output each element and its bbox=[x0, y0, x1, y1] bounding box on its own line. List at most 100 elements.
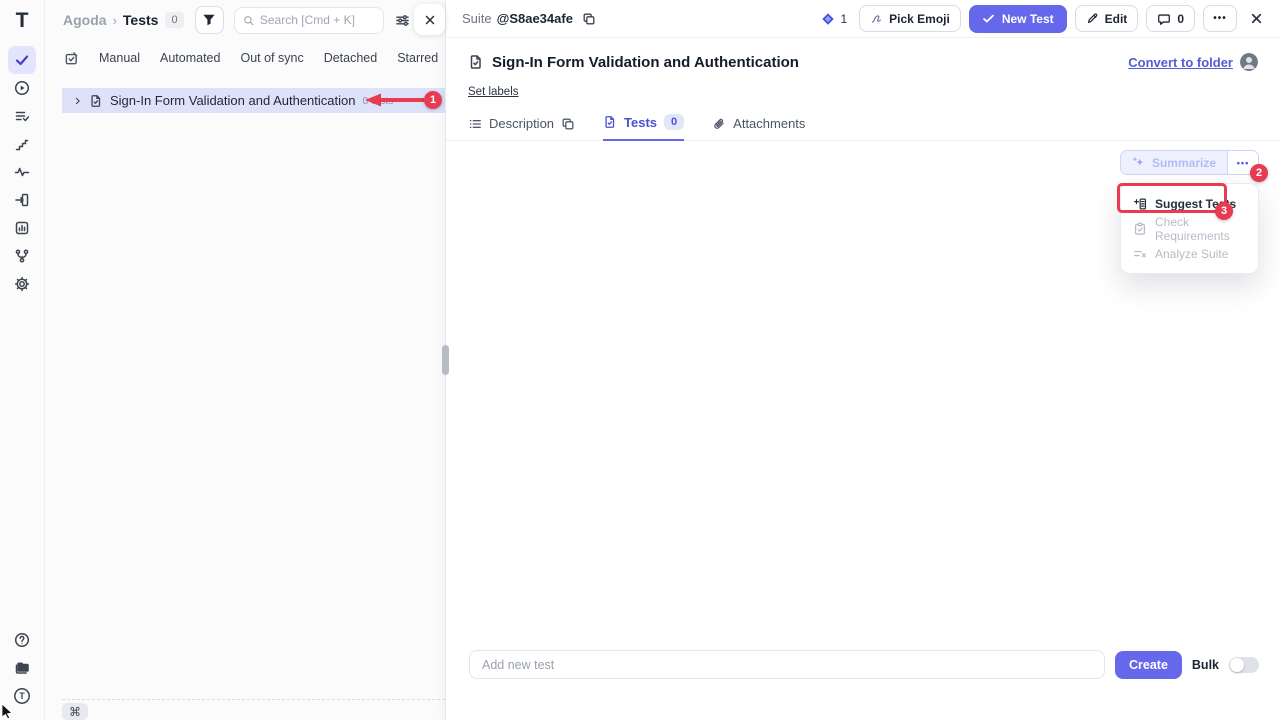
sidebar-item-tests[interactable] bbox=[8, 46, 36, 74]
gem-counter[interactable]: 1 bbox=[821, 12, 847, 26]
branch-icon bbox=[14, 248, 30, 264]
add-test-input[interactable] bbox=[469, 650, 1105, 679]
menu-item-label: Check Requirements bbox=[1155, 215, 1246, 243]
select-all-icon bbox=[64, 51, 79, 66]
breadcrumb-separator: › bbox=[113, 13, 117, 28]
breadcrumb-project[interactable]: Agoda bbox=[63, 12, 107, 28]
copy-suite-id-button[interactable] bbox=[582, 12, 596, 26]
tree-topbar: Agoda › Tests 0 bbox=[45, 0, 445, 40]
sidebar-item-settings[interactable] bbox=[8, 270, 36, 298]
pick-emoji-button[interactable]: Pick Emoji bbox=[859, 5, 961, 32]
help-icon bbox=[14, 632, 30, 648]
suite-detail-panel: Suite @S8ae34afe 1 Pick Emoji New Test bbox=[446, 0, 1280, 720]
annotation-step-3: 3 bbox=[1215, 202, 1233, 220]
pulse-icon bbox=[14, 164, 30, 180]
header-more-button[interactable]: ••• bbox=[1203, 5, 1237, 32]
set-labels-link[interactable]: Set labels bbox=[468, 86, 519, 98]
avatar[interactable] bbox=[1240, 53, 1258, 71]
detail-tabs: Description Tests 0 Attachments bbox=[446, 100, 1280, 141]
copy-description-button[interactable] bbox=[561, 117, 575, 131]
tab-description[interactable]: Description bbox=[468, 116, 575, 140]
toggle-knob bbox=[1230, 658, 1244, 672]
new-test-button[interactable]: New Test bbox=[969, 5, 1067, 33]
tree-footer: ⌘ bbox=[62, 699, 445, 720]
sidebar-item-analytics[interactable] bbox=[8, 214, 36, 242]
app-root: T bbox=[0, 0, 1280, 720]
import-icon bbox=[14, 192, 30, 208]
summarize-label: Summarize bbox=[1152, 156, 1216, 170]
sidebar-item-pulse[interactable] bbox=[8, 158, 36, 186]
gem-count: 1 bbox=[840, 12, 847, 26]
comments-button[interactable]: 0 bbox=[1146, 5, 1195, 32]
new-test-label: New Test bbox=[1002, 12, 1054, 26]
suite-title: Sign-In Form Validation and Authenticati… bbox=[492, 54, 799, 71]
chevron-right-icon[interactable] bbox=[72, 95, 84, 107]
close-icon bbox=[423, 13, 437, 27]
filter-tab-manual[interactable]: Manual bbox=[99, 51, 140, 65]
bulk-label: Bulk bbox=[1192, 658, 1219, 672]
stairs-icon bbox=[14, 136, 30, 152]
list-check-icon bbox=[14, 108, 30, 124]
bulk-toggle[interactable] bbox=[1229, 657, 1259, 673]
close-panel-button[interactable] bbox=[414, 4, 445, 35]
suite-type-label: Suite bbox=[462, 11, 492, 26]
search-box bbox=[234, 7, 384, 34]
svg-text:T: T bbox=[19, 691, 25, 701]
tab-attachments-label: Attachments bbox=[733, 116, 805, 131]
summarize-button-group: Summarize ••• bbox=[1120, 150, 1259, 175]
emoji-hand-icon bbox=[870, 12, 883, 25]
filter-tab-out-of-sync[interactable]: Out of sync bbox=[240, 51, 303, 65]
filter-tab-starred[interactable]: Starred bbox=[397, 51, 438, 65]
play-circle-icon bbox=[14, 80, 30, 96]
command-key-badge: ⌘ bbox=[62, 703, 88, 720]
sidebar-item-runs[interactable] bbox=[8, 74, 36, 102]
close-icon bbox=[1249, 11, 1264, 26]
tab-tests-label: Tests bbox=[624, 115, 657, 130]
filter-button[interactable] bbox=[195, 6, 224, 34]
analyze-icon bbox=[1133, 247, 1147, 261]
tab-tests[interactable]: Tests 0 bbox=[603, 114, 684, 141]
sidebar-item-plans[interactable] bbox=[8, 102, 36, 130]
edit-button[interactable]: Edit bbox=[1075, 5, 1139, 32]
create-button[interactable]: Create bbox=[1115, 651, 1182, 679]
filter-tab-automated[interactable]: Automated bbox=[160, 51, 220, 65]
funnel-icon bbox=[202, 13, 216, 27]
annotation-box-suggest-tests bbox=[1117, 183, 1227, 213]
suite-title-row: Sign-In Form Validation and Authenticati… bbox=[446, 38, 1280, 71]
sliders-icon bbox=[395, 13, 410, 28]
chat-icon bbox=[1157, 12, 1171, 26]
select-all-button[interactable] bbox=[64, 51, 79, 66]
filter-tab-detached[interactable]: Detached bbox=[324, 51, 378, 65]
check-icon bbox=[982, 12, 995, 25]
suite-file-icon bbox=[468, 54, 484, 70]
convert-to-folder-wrap: Convert to folder bbox=[1128, 53, 1258, 71]
sidebar-item-steps[interactable] bbox=[8, 130, 36, 158]
menu-item-analyze-suite[interactable]: Analyze Suite bbox=[1121, 241, 1258, 266]
sidebar-item-branches[interactable] bbox=[8, 242, 36, 270]
panel-resize-handle[interactable] bbox=[442, 345, 449, 375]
tab-attachments[interactable]: Attachments bbox=[712, 116, 805, 140]
convert-to-folder-link[interactable]: Convert to folder bbox=[1128, 55, 1233, 70]
sidebar-item-import[interactable] bbox=[8, 186, 36, 214]
tree-panel: Agoda › Tests 0 Manual Automated Out of … bbox=[45, 0, 445, 720]
annotation-step-1: 1 bbox=[424, 91, 442, 109]
breadcrumb-section[interactable]: Tests bbox=[123, 12, 159, 28]
view-options-button[interactable] bbox=[395, 13, 410, 28]
projects-button[interactable] bbox=[8, 654, 36, 682]
add-test-footer: Create Bulk bbox=[446, 650, 1280, 679]
search-input[interactable] bbox=[260, 13, 375, 27]
ellipsis-icon: ••• bbox=[1237, 158, 1249, 168]
suite-file-icon bbox=[89, 94, 103, 108]
gear-icon bbox=[14, 276, 30, 292]
tab-description-label: Description bbox=[489, 116, 554, 131]
clipboard-check-icon bbox=[1133, 222, 1147, 236]
help-button[interactable] bbox=[8, 626, 36, 654]
bar-chart-icon bbox=[14, 220, 30, 236]
close-detail-button[interactable] bbox=[1249, 11, 1264, 26]
menu-item-check-requirements[interactable]: Check Requirements bbox=[1121, 216, 1258, 241]
gem-icon bbox=[821, 12, 835, 26]
tree-filter-tabs: Manual Automated Out of sync Detached St… bbox=[45, 40, 445, 76]
annotation-arrow-1 bbox=[364, 93, 424, 107]
summarize-button[interactable]: Summarize bbox=[1121, 151, 1227, 174]
app-logo[interactable]: T bbox=[16, 9, 29, 33]
